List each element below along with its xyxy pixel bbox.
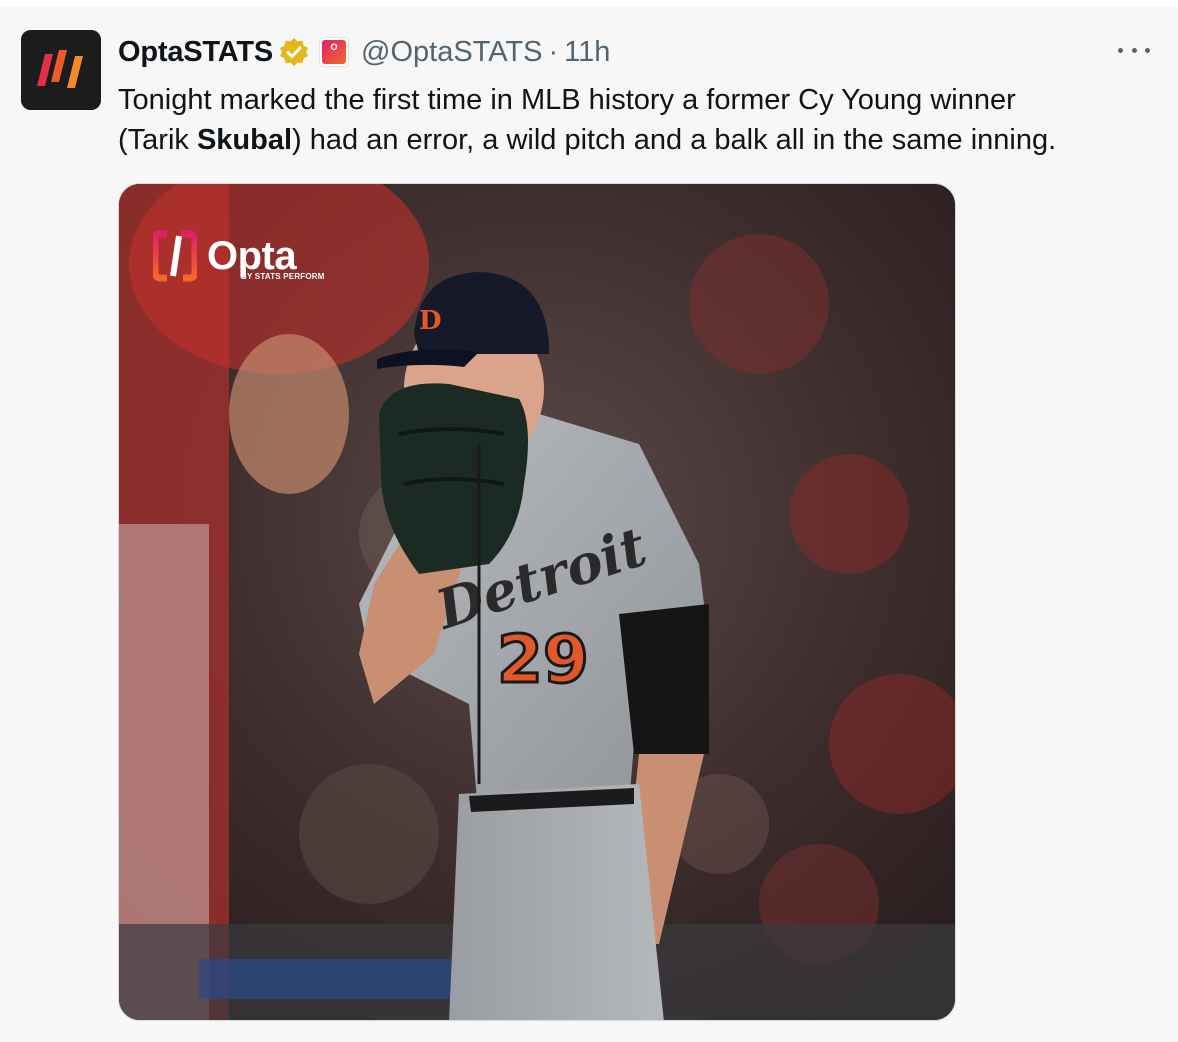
more-horizontal-icon[interactable] — [1118, 34, 1150, 66]
affiliate-badge-icon[interactable]: O — [319, 37, 350, 67]
tweet-text-bold: Skubal — [196, 124, 293, 156]
opta-logo-word: Opta — [207, 234, 297, 278]
tweet-text: Tonight marked the first time in MLB his… — [118, 80, 1158, 160]
svg-text:D: D — [419, 306, 442, 336]
top-divider — [0, 0, 1178, 6]
user-handle[interactable]: @OptaSTATS — [361, 36, 542, 69]
profile-avatar[interactable] — [21, 30, 101, 110]
tweet-media-image[interactable]: D Detroit 29 Opta BY STATS PERFORM — [118, 183, 956, 1021]
separator-dot: · — [548, 35, 559, 68]
verified-badge-icon[interactable] — [279, 37, 309, 67]
tweet-text-pre: (Tarik — [118, 124, 197, 156]
opta-avatar-logo — [21, 30, 101, 110]
timestamp[interactable]: 11h — [564, 36, 610, 69]
pitcher-photo: D Detroit 29 — [119, 184, 955, 1020]
tweet-header: OptaSTATS O @OptaSTATS · 11h — [118, 32, 610, 72]
tweet-card[interactable]: OptaSTATS O @OptaSTATS · 11h Tonight mar… — [0, 0, 1178, 1042]
tweet-text-post: ) had an error, a wild pitch and a balk … — [292, 124, 1057, 156]
affiliate-badge-label: O — [322, 40, 347, 64]
svg-text:29: 29 — [497, 621, 589, 698]
opta-logo-subtext: BY STATS PERFORM — [241, 272, 325, 281]
tweet-text-line-2: (Tarik Skubal) had an error, a wild pitc… — [118, 120, 1158, 160]
tweet-text-line-1: Tonight marked the first time in MLB his… — [118, 84, 1016, 116]
opta-logo-icon — [153, 230, 197, 282]
display-name[interactable]: OptaSTATS — [118, 36, 273, 69]
